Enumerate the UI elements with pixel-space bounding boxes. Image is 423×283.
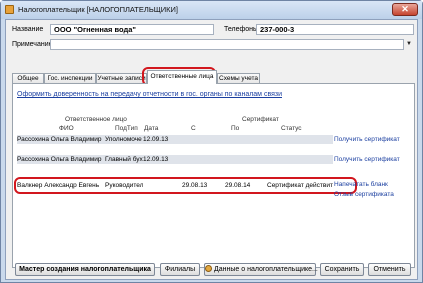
taxpayer-window: Налогоплательщик [НАЛОГОПЛАТЕЛЬЩИКИ] ✕ Н… [0,0,423,283]
column-fio[interactable]: ФИО [59,125,74,132]
table-row[interactable]: Рассохина Ольга Владимир Уполномоче 12.0… [17,135,333,144]
column-subtype[interactable]: ПодТип [115,125,138,132]
group-header-certificate: Сертификат [242,116,279,123]
save-button[interactable]: Сохранить [320,263,364,276]
title-bar: Налогоплательщик [НАЛОГОПЛАТЕЛЬЩИКИ] ✕ [1,1,422,19]
responsible-persons-panel: Оформить доверенность на передачу отчетн… [12,83,415,268]
row-fio: Валкнер Александр Евгень [17,182,100,189]
close-button[interactable]: ✕ [392,3,418,16]
print-form-link[interactable]: Напечатать бланк [334,181,388,188]
column-date[interactable]: Дата [144,125,158,132]
column-from[interactable]: С [191,125,196,132]
revoke-certificate-link[interactable]: Отзыв сертификата [334,191,394,198]
delegate-link[interactable]: Оформить доверенность на передачу отчетн… [17,91,282,98]
taxpayer-wizard-button[interactable]: Мастер создания налогоплательщика [15,263,155,276]
cancel-button[interactable]: Отменить [368,263,411,276]
row-date: 12.09.13 [143,156,169,163]
column-status[interactable]: Статус [281,125,302,132]
row-subtype: Руководител [105,182,143,189]
name-label: Название [12,26,44,33]
table-row[interactable]: Валкнер Александр Евгень Руководител 29.… [17,181,333,190]
column-to[interactable]: По [231,125,239,132]
taxpayer-data-button[interactable]: Данные о налогоплательщике... [204,263,318,276]
tab-responsible-persons[interactable]: Ответственные лица [147,70,217,84]
row-date: 12.09.13 [143,136,169,143]
row-subtype: Главный бух [105,156,143,163]
note-label: Примечание [12,41,53,48]
get-certificate-link[interactable]: Получить сертификат [334,136,400,143]
window-title: Налогоплательщик [НАЛОГОПЛАТЕЛЬЩИКИ] [18,5,179,14]
name-field[interactable]: ООО "Огненная вода" [50,24,214,35]
group-header-responsible: Ответственное лицо [65,116,127,123]
phone-label: Телефоны [224,26,259,33]
app-icon [5,5,14,14]
row-subtype: Уполномоче [105,136,142,143]
chevron-down-icon[interactable]: ▼ [404,39,414,50]
window-client-area: Название ООО "Огненная вода" Телефоны 23… [5,19,418,280]
row-from: 29.08.13 [182,182,208,189]
branches-button[interactable]: Филиалы [160,263,200,276]
phone-field[interactable]: 237-000-3 [256,24,414,35]
table-row[interactable]: Рассохина Ольга Владимир Главный бух 12.… [17,155,333,164]
row-status: Сертификат действителен [267,182,333,189]
row-fio: Рассохина Ольга Владимир [17,156,102,163]
row-to: 29.08.14 [225,182,251,189]
get-certificate-link[interactable]: Получить сертификат [334,156,400,163]
row-fio: Рассохина Ольга Владимир [17,136,102,143]
person-icon [205,265,212,272]
taxpayer-data-label: Данные о налогоплательщике... [214,266,318,273]
tab-bar: Общее Гос. инспекции Учетные записи Отве… [12,70,416,84]
note-field[interactable] [50,39,404,50]
